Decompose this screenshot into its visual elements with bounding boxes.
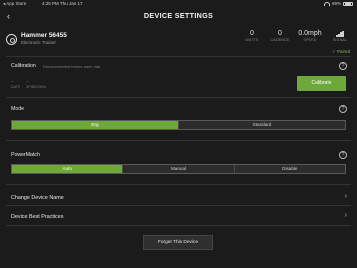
calibration-hint: Recommended before each ride <box>43 64 101 69</box>
mode-option-erg[interactable]: Erg <box>12 121 178 129</box>
status-bar: ◂ App Store 4:25 PM Thu Jan 17 69% <box>0 0 357 8</box>
cadence-metric: 0 CADENCE <box>268 30 292 42</box>
mode-option-standard[interactable]: Standard <box>178 121 345 129</box>
paired-status: ✓ Paired <box>331 49 350 54</box>
divider <box>6 56 351 57</box>
powermatch-option-disable[interactable]: Disable <box>233 165 345 173</box>
battery-icon <box>343 1 353 6</box>
watts-metric: 0 WATTS <box>244 30 260 42</box>
wifi-icon <box>323 1 330 6</box>
signal-label: SIGNAL <box>332 38 348 42</box>
powermatch-segmented-control: Auto Manual Disable <box>11 164 346 174</box>
back-to-app-link[interactable]: ◂ App Store <box>3 1 26 7</box>
speed-value: 0.0mph <box>298 30 322 37</box>
mode-segmented-control: Erg Standard <box>11 120 346 130</box>
help-icon[interactable]: ? <box>339 62 347 70</box>
speed-metric: 0.0mph SPEED <box>298 30 322 42</box>
battery-percent: 69% <box>331 1 341 6</box>
mode-label: Mode <box>11 106 24 112</box>
calibration-label: Calibration <box>11 63 36 69</box>
page-title: DEVICE SETTINGS <box>143 11 214 20</box>
trainer-icon <box>6 34 17 45</box>
chevron-right-icon: › <box>344 212 347 219</box>
help-icon[interactable]: ? <box>339 151 347 159</box>
cadence-label: CADENCE <box>270 38 290 42</box>
divider <box>6 184 351 185</box>
watts-label: WATTS <box>245 38 259 42</box>
speed-label: SPEED <box>303 38 317 42</box>
divider <box>6 97 351 98</box>
help-icon[interactable]: ? <box>339 105 347 113</box>
device-best-practices-row[interactable]: Device Best Practices <box>11 214 63 220</box>
powermatch-option-auto[interactable]: Auto <box>12 165 123 173</box>
powermatch-label: PowerMatch <box>11 152 40 158</box>
calibrate-button[interactable]: Calibrate <box>297 76 346 91</box>
status-time: 4:25 PM <box>42 1 59 6</box>
cadence-value: 0 <box>278 30 282 37</box>
divider <box>6 225 351 226</box>
calibration-offset-value: -- <box>26 79 29 84</box>
signal-bars-icon <box>331 30 349 37</box>
calibration-date-value: -- <box>11 79 14 84</box>
divider <box>6 140 351 141</box>
status-date: Thu Jan 17 <box>60 1 83 6</box>
change-device-name-row[interactable]: Change Device Name <box>11 195 64 201</box>
calibration-date-label: DATE <box>11 85 21 89</box>
device-name: Hammer 56455 <box>21 32 67 39</box>
signal-metric: SIGNAL <box>331 30 349 42</box>
status-right: 69% <box>323 1 353 6</box>
device-type: Electronic Trainer <box>21 40 57 45</box>
calibration-offset-label: SPINDOWN <box>26 85 46 89</box>
chevron-right-icon: › <box>344 193 347 200</box>
divider <box>6 205 351 206</box>
forget-device-button[interactable]: Forget This Device <box>143 235 213 250</box>
powermatch-option-manual[interactable]: Manual <box>122 165 234 173</box>
watts-value: 0 <box>250 30 254 37</box>
